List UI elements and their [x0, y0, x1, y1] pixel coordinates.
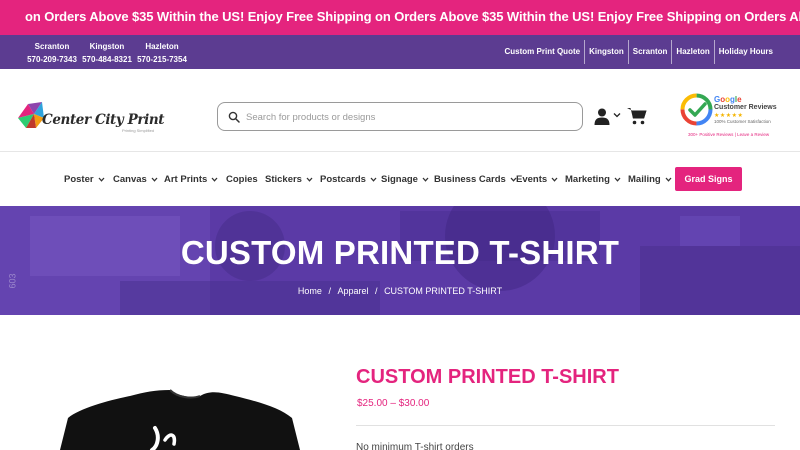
chevron-down-icon: [98, 177, 105, 182]
breadcrumb-apparel[interactable]: Apparel: [337, 286, 368, 296]
top-links: Custom Print Quote Kingston Scranton Haz…: [501, 40, 777, 64]
product-price: $25.00 – $30.00: [357, 398, 430, 409]
nav-item-label: Postcards: [320, 174, 366, 185]
breadcrumb-separator: /: [328, 286, 331, 296]
promo-text: on Orders Above $35 Within the US! Enjoy…: [25, 9, 800, 24]
nav-item-label: Copies: [226, 174, 258, 185]
location-scranton[interactable]: Scranton 570-209-7343: [22, 40, 82, 66]
nav-item-label: Stickers: [265, 174, 302, 185]
nav-item-events[interactable]: Events: [516, 174, 558, 185]
site-logo[interactable]: Center City Print Printing Simplified: [14, 98, 164, 134]
breadcrumb-current: CUSTOM PRINTED T-SHIRT: [384, 286, 503, 296]
google-letter: e: [737, 95, 742, 104]
top-link-kingston[interactable]: Kingston: [585, 40, 629, 64]
nav-item-label: Marketing: [565, 174, 610, 185]
chevron-down-icon: [422, 177, 429, 182]
divider: [356, 425, 775, 426]
page-hero: 603 CUSTOM PRINTED T-SHIRT Home / Appare…: [0, 206, 800, 315]
location-city: Kingston: [89, 42, 125, 51]
nav-item-art-prints[interactable]: Art Prints: [164, 174, 218, 185]
reviews-links[interactable]: 300+ Positive Reviews | Leave a Review: [688, 132, 769, 137]
top-link-hazleton[interactable]: Hazleton: [672, 40, 715, 64]
chevron-down-icon: [614, 177, 621, 182]
product-image-tshirt[interactable]: [60, 388, 300, 450]
chevron-down-icon: [306, 177, 313, 182]
breadcrumb-separator: /: [375, 286, 378, 296]
nav-item-stickers[interactable]: Stickers: [265, 174, 313, 185]
nav-item-label: Signage: [381, 174, 418, 185]
top-link-scranton[interactable]: Scranton: [629, 40, 673, 64]
location-phone[interactable]: 570-215-7354: [132, 53, 192, 66]
search-box[interactable]: [217, 102, 583, 131]
search-input[interactable]: [246, 106, 566, 128]
location-bar: Scranton 570-209-7343 Kingston 570-484-8…: [0, 35, 800, 69]
google-g-icon: [680, 93, 713, 126]
nav-item-label: Mailing: [628, 174, 661, 185]
cart-icon[interactable]: [627, 107, 647, 125]
location-city: Scranton: [34, 42, 70, 51]
logo-subtext: Printing Simplified: [122, 128, 155, 133]
nav-item-mailing[interactable]: Mailing: [628, 174, 672, 185]
nav-item-signage[interactable]: Signage: [381, 174, 429, 185]
top-link-holiday-hours[interactable]: Holiday Hours: [715, 40, 777, 64]
page-title: CUSTOM PRINTED T-SHIRT: [180, 234, 620, 271]
nav-item-label: Art Prints: [164, 174, 208, 185]
site-header: Center City Print Printing Simplified Go…: [0, 69, 800, 152]
nav-item-label: Business Cards: [434, 174, 506, 185]
breadcrumb-home[interactable]: Home: [298, 286, 322, 296]
chevron-down-icon: [551, 177, 558, 182]
reviews-google-label: Google: [714, 95, 742, 104]
location-hazleton[interactable]: Hazleton 570-215-7354: [132, 40, 192, 66]
logo-text: Center City Print: [42, 112, 165, 128]
nav-item-postcards[interactable]: Postcards: [320, 174, 377, 185]
reviews-satisfaction: 100% Customer Satisfaction: [714, 119, 771, 124]
location-city: Hazleton: [145, 42, 179, 51]
main-nav: Poster Canvas Art Prints Copies Stickers…: [0, 152, 800, 206]
chevron-down-icon: [665, 177, 672, 182]
nav-item-marketing[interactable]: Marketing: [565, 174, 621, 185]
promo-banner: on Orders Above $35 Within the US! Enjoy…: [0, 0, 800, 35]
top-link-quote[interactable]: Custom Print Quote: [501, 40, 586, 64]
location-kingston[interactable]: Kingston 570-484-8321: [77, 40, 137, 66]
reviews-title: Customer Reviews: [714, 104, 777, 111]
location-phone[interactable]: 570-484-8321: [77, 53, 137, 66]
product-description: No minimum T-shirt orders: [356, 442, 474, 450]
nav-item-canvas[interactable]: Canvas: [113, 174, 158, 185]
chevron-down-icon: [211, 177, 218, 182]
reviews-stars: ★★★★★: [714, 113, 744, 119]
breadcrumb: Home / Apparel / CUSTOM PRINTED T-SHIRT: [0, 286, 800, 296]
nav-item-poster[interactable]: Poster: [64, 174, 105, 185]
chevron-down-icon[interactable]: [613, 112, 621, 118]
nav-item-label: Canvas: [113, 174, 147, 185]
nav-item-label: Poster: [64, 174, 94, 185]
chevron-down-icon: [151, 177, 158, 182]
nav-item-business-cards[interactable]: Business Cards: [434, 174, 517, 185]
grad-signs-button[interactable]: Grad Signs: [675, 167, 742, 191]
google-reviews-badge[interactable]: Google Customer Reviews ★★★★★ 100% Custo…: [680, 91, 788, 141]
location-phone[interactable]: 570-209-7343: [22, 53, 82, 66]
chevron-down-icon: [370, 177, 377, 182]
nav-item-label: Events: [516, 174, 548, 185]
product-title: CUSTOM PRINTED T-SHIRT: [356, 366, 619, 388]
user-account-icon[interactable]: [594, 108, 610, 125]
nav-item-copies[interactable]: Copies: [226, 174, 258, 185]
search-icon[interactable]: [228, 111, 240, 123]
